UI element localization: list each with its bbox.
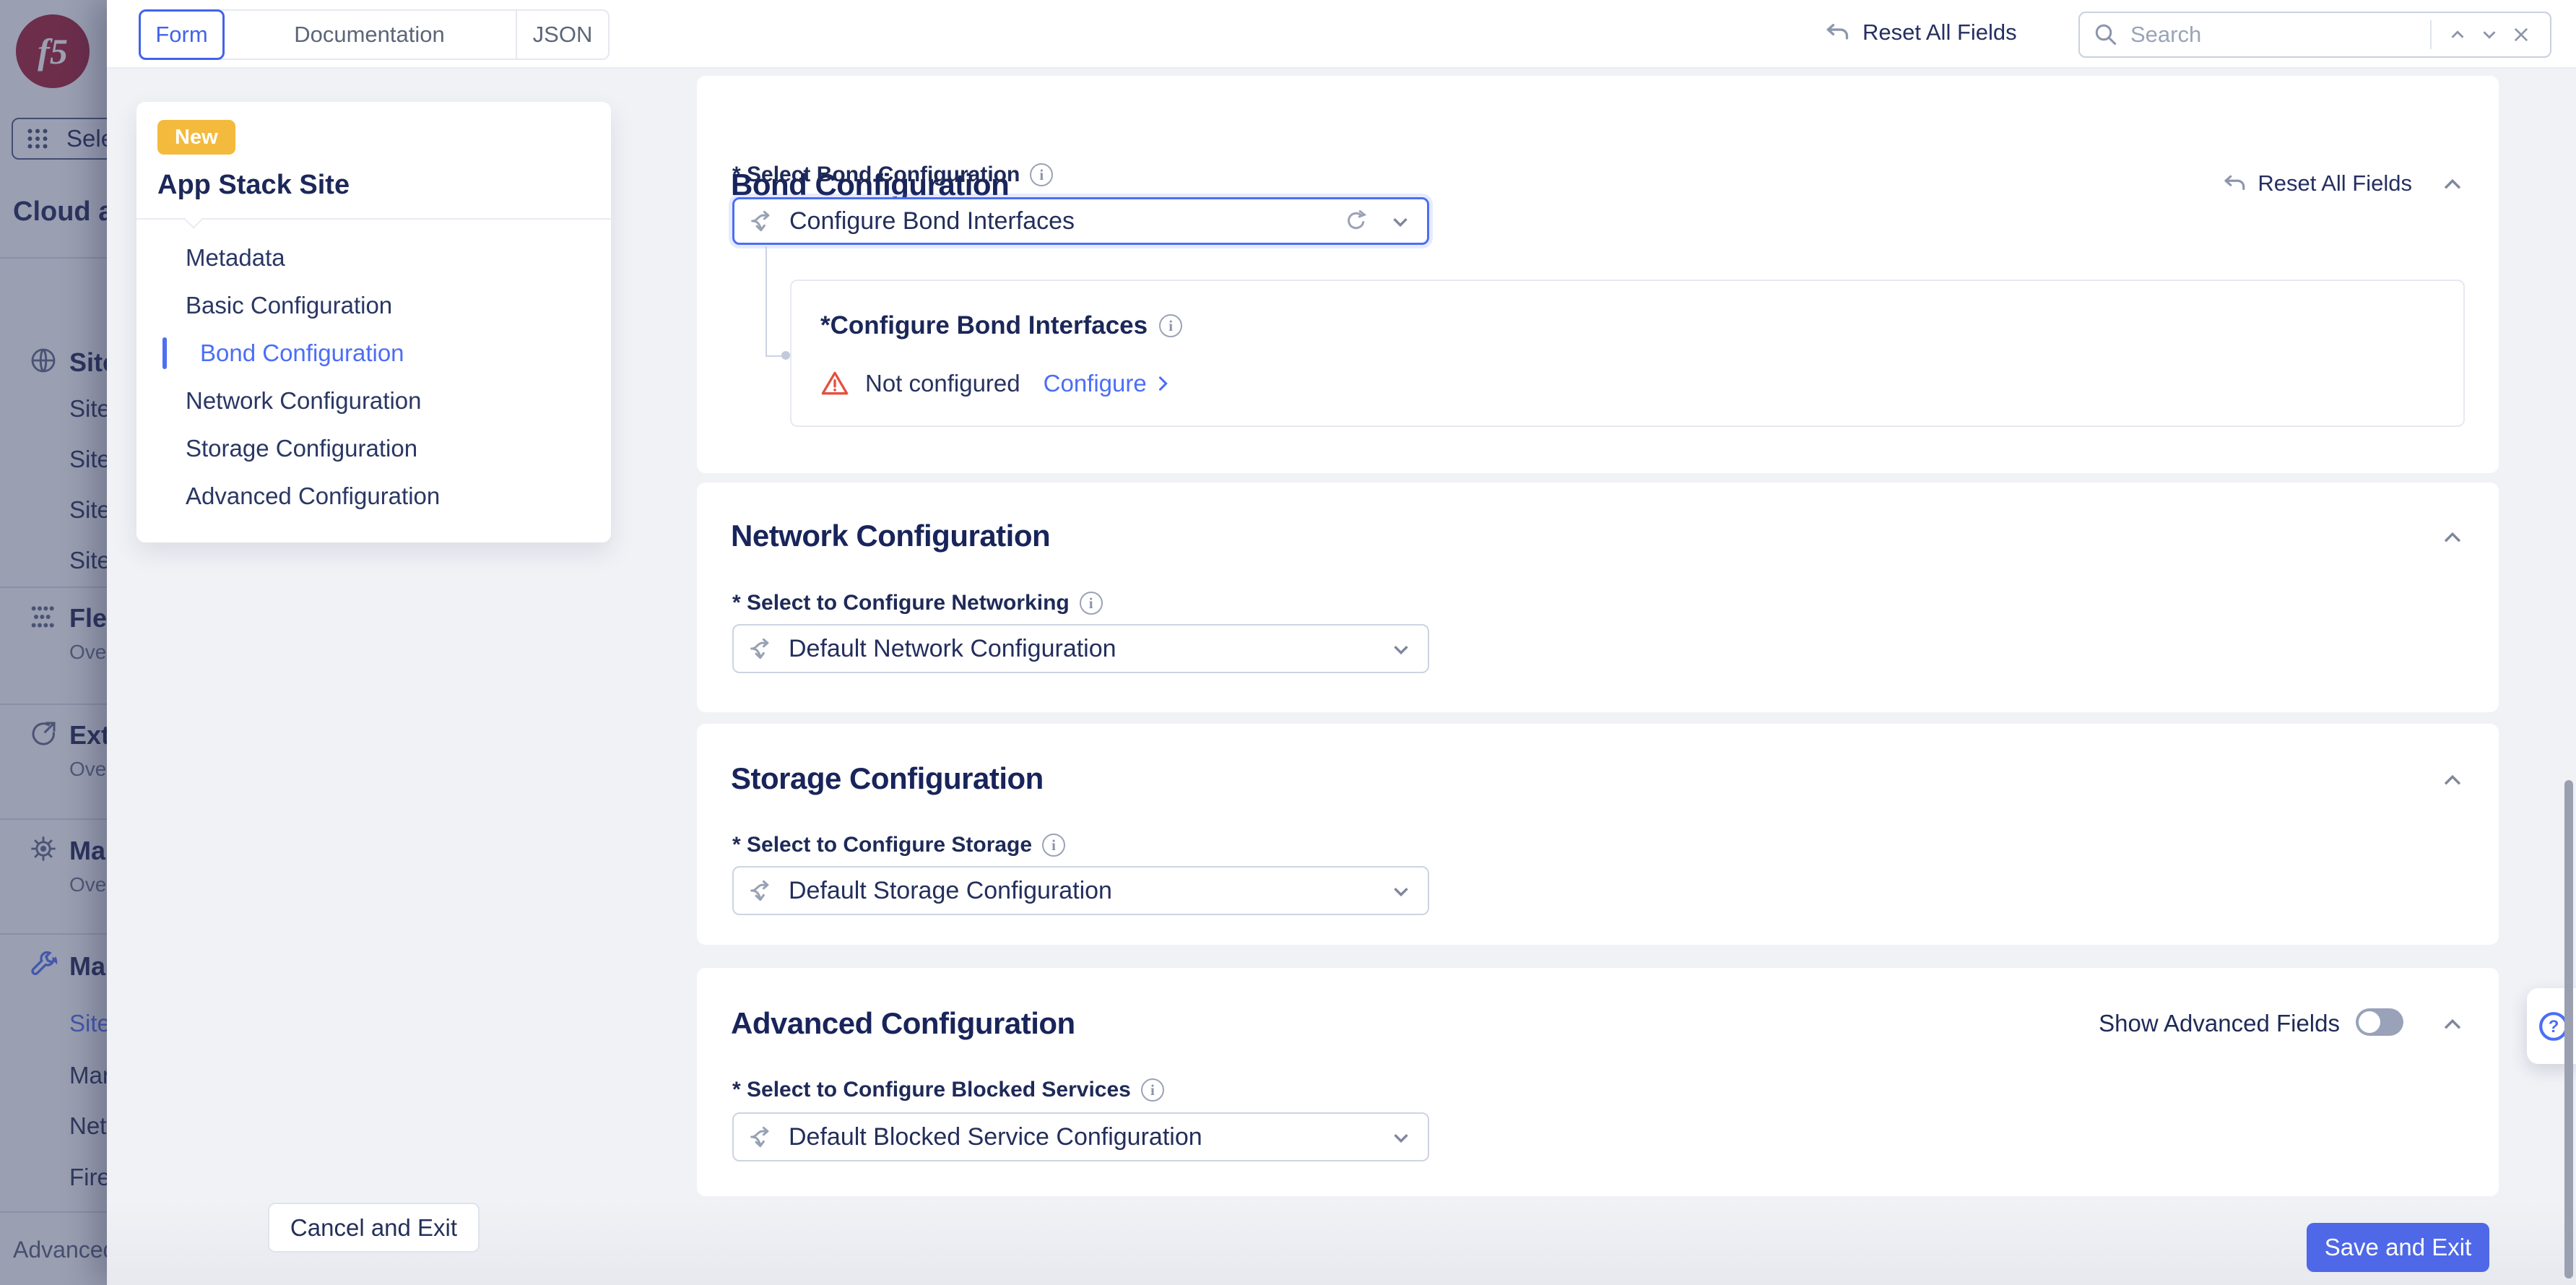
step-storage-configuration[interactable]: Storage Configuration bbox=[136, 425, 611, 472]
new-badge: New bbox=[157, 120, 235, 155]
chevron-down-icon bbox=[2479, 24, 2500, 46]
search-next-button[interactable] bbox=[2473, 19, 2505, 51]
not-configured-row: Not configured Configure bbox=[820, 369, 1173, 398]
save-and-exit-button[interactable]: Save and Exit bbox=[2307, 1223, 2489, 1272]
tab-documentation[interactable]: Documentation bbox=[223, 11, 516, 59]
modal-scrim bbox=[0, 0, 107, 1285]
branch-icon bbox=[749, 207, 776, 235]
connector-line bbox=[766, 246, 767, 357]
chevron-down-icon bbox=[1389, 878, 1413, 903]
info-icon[interactable]: i bbox=[1042, 834, 1065, 857]
step-advanced-configuration[interactable]: Advanced Configuration bbox=[136, 472, 611, 520]
step-bond-configuration[interactable]: Bond Configuration bbox=[136, 329, 611, 377]
search-icon bbox=[2093, 22, 2119, 48]
field-label: * Select to Configure Networking i bbox=[732, 591, 1103, 615]
warning-icon bbox=[820, 369, 849, 398]
field-label: * Select to Configure Blocked Services i bbox=[732, 1078, 1164, 1102]
network-configuration-section: Network Configuration * Select to Config… bbox=[697, 483, 2499, 712]
wizard-title: App Stack Site bbox=[157, 170, 350, 201]
step-metadata[interactable]: Metadata bbox=[136, 234, 611, 282]
collapse-section-chevron[interactable] bbox=[2440, 526, 2465, 550]
undo-icon bbox=[2221, 170, 2247, 196]
collapse-section-chevron[interactable] bbox=[2440, 1013, 2465, 1037]
search-box bbox=[2078, 12, 2551, 58]
divider bbox=[2430, 20, 2432, 49]
chevron-down-icon bbox=[1389, 636, 1413, 661]
cancel-and-exit-button[interactable]: Cancel and Exit bbox=[268, 1203, 480, 1252]
divider bbox=[136, 218, 611, 220]
nested-bond-interfaces-card: *Configure Bond Interfaces i Not configu… bbox=[790, 280, 2465, 427]
step-basic-configuration[interactable]: Basic Configuration bbox=[136, 282, 611, 329]
section-title: Advanced Configuration bbox=[731, 1006, 1075, 1041]
storage-configuration-select[interactable]: Default Storage Configuration bbox=[732, 866, 1429, 915]
close-icon bbox=[2511, 25, 2531, 45]
select-value: Default Storage Configuration bbox=[789, 877, 1389, 905]
info-icon[interactable]: i bbox=[1080, 592, 1103, 615]
step-network-configuration[interactable]: Network Configuration bbox=[136, 377, 611, 425]
blocked-services-select[interactable]: Default Blocked Service Configuration bbox=[732, 1112, 1429, 1161]
advanced-configuration-section: Advanced Configuration Show Advanced Fie… bbox=[697, 968, 2499, 1196]
select-value: Configure Bond Interfaces bbox=[789, 207, 1343, 235]
storage-configuration-section: Storage Configuration * Select to Config… bbox=[697, 724, 2499, 945]
search-prev-button[interactable] bbox=[2442, 19, 2473, 51]
section-reset-button[interactable]: Reset All Fields bbox=[2221, 170, 2412, 196]
bond-configuration-section: Bond Configuration Reset All Fields * Se… bbox=[697, 76, 2499, 473]
show-advanced-fields-label: Show Advanced Fields bbox=[2099, 1010, 2340, 1037]
configure-link[interactable]: Configure bbox=[1044, 370, 1173, 397]
tab-form[interactable]: Form bbox=[139, 9, 225, 60]
reset-all-fields-button[interactable]: Reset All Fields bbox=[1823, 19, 2017, 46]
chevron-up-icon bbox=[2447, 24, 2468, 46]
info-icon[interactable]: i bbox=[1030, 163, 1053, 186]
view-tabs: Form Documentation JSON bbox=[139, 9, 610, 60]
branch-icon bbox=[748, 635, 776, 662]
wizard-topbar: Form Documentation JSON Reset All Fields bbox=[107, 0, 2576, 69]
connector-dot bbox=[781, 351, 790, 360]
branch-icon bbox=[748, 1123, 776, 1151]
reset-all-fields-label: Reset All Fields bbox=[1862, 20, 2017, 46]
chevron-down-icon bbox=[1388, 209, 1413, 233]
wizard-nav-card: New App Stack Site Metadata Basic Config… bbox=[136, 102, 611, 542]
tab-json[interactable]: JSON bbox=[516, 11, 608, 59]
chevron-down-icon bbox=[1389, 1125, 1413, 1149]
search-input[interactable] bbox=[2129, 21, 2420, 48]
select-value: Default Network Configuration bbox=[789, 635, 1389, 663]
select-value: Default Blocked Service Configuration bbox=[789, 1123, 1389, 1151]
refresh-icon[interactable] bbox=[1343, 208, 1369, 234]
toggle-knob bbox=[2359, 1011, 2380, 1033]
app-stack-site-screen: f5 Sele Cloud a Sites Site I Site I Site… bbox=[0, 0, 2576, 1285]
svg-text:?: ? bbox=[2549, 1017, 2559, 1037]
section-title: Storage Configuration bbox=[731, 761, 1044, 796]
network-configuration-select[interactable]: Default Network Configuration bbox=[732, 624, 1429, 673]
chevron-right-icon bbox=[1153, 373, 1173, 394]
divider-notch bbox=[184, 210, 202, 228]
field-label: * Select to Configure Storage i bbox=[732, 833, 1065, 857]
search-clear-button[interactable] bbox=[2505, 19, 2537, 51]
nested-field-title: *Configure Bond Interfaces i bbox=[820, 311, 1182, 340]
collapse-section-chevron[interactable] bbox=[2440, 769, 2465, 793]
bond-configuration-select[interactable]: Configure Bond Interfaces bbox=[732, 197, 1429, 245]
section-title: Network Configuration bbox=[731, 519, 1050, 553]
info-icon[interactable]: i bbox=[1159, 314, 1182, 337]
info-icon[interactable]: i bbox=[1141, 1078, 1164, 1102]
collapse-section-chevron[interactable] bbox=[2440, 173, 2465, 197]
wizard-panel: Form Documentation JSON Reset All Fields bbox=[107, 0, 2576, 1285]
undo-icon bbox=[1823, 19, 1851, 46]
scrollbar-thumb[interactable] bbox=[2564, 780, 2573, 1278]
active-step-indicator bbox=[162, 337, 167, 369]
status-text: Not configured bbox=[865, 370, 1020, 397]
field-label: * Select Bond Configuration i bbox=[732, 163, 1053, 187]
branch-icon bbox=[748, 877, 776, 904]
show-advanced-fields-toggle[interactable] bbox=[2356, 1008, 2403, 1036]
